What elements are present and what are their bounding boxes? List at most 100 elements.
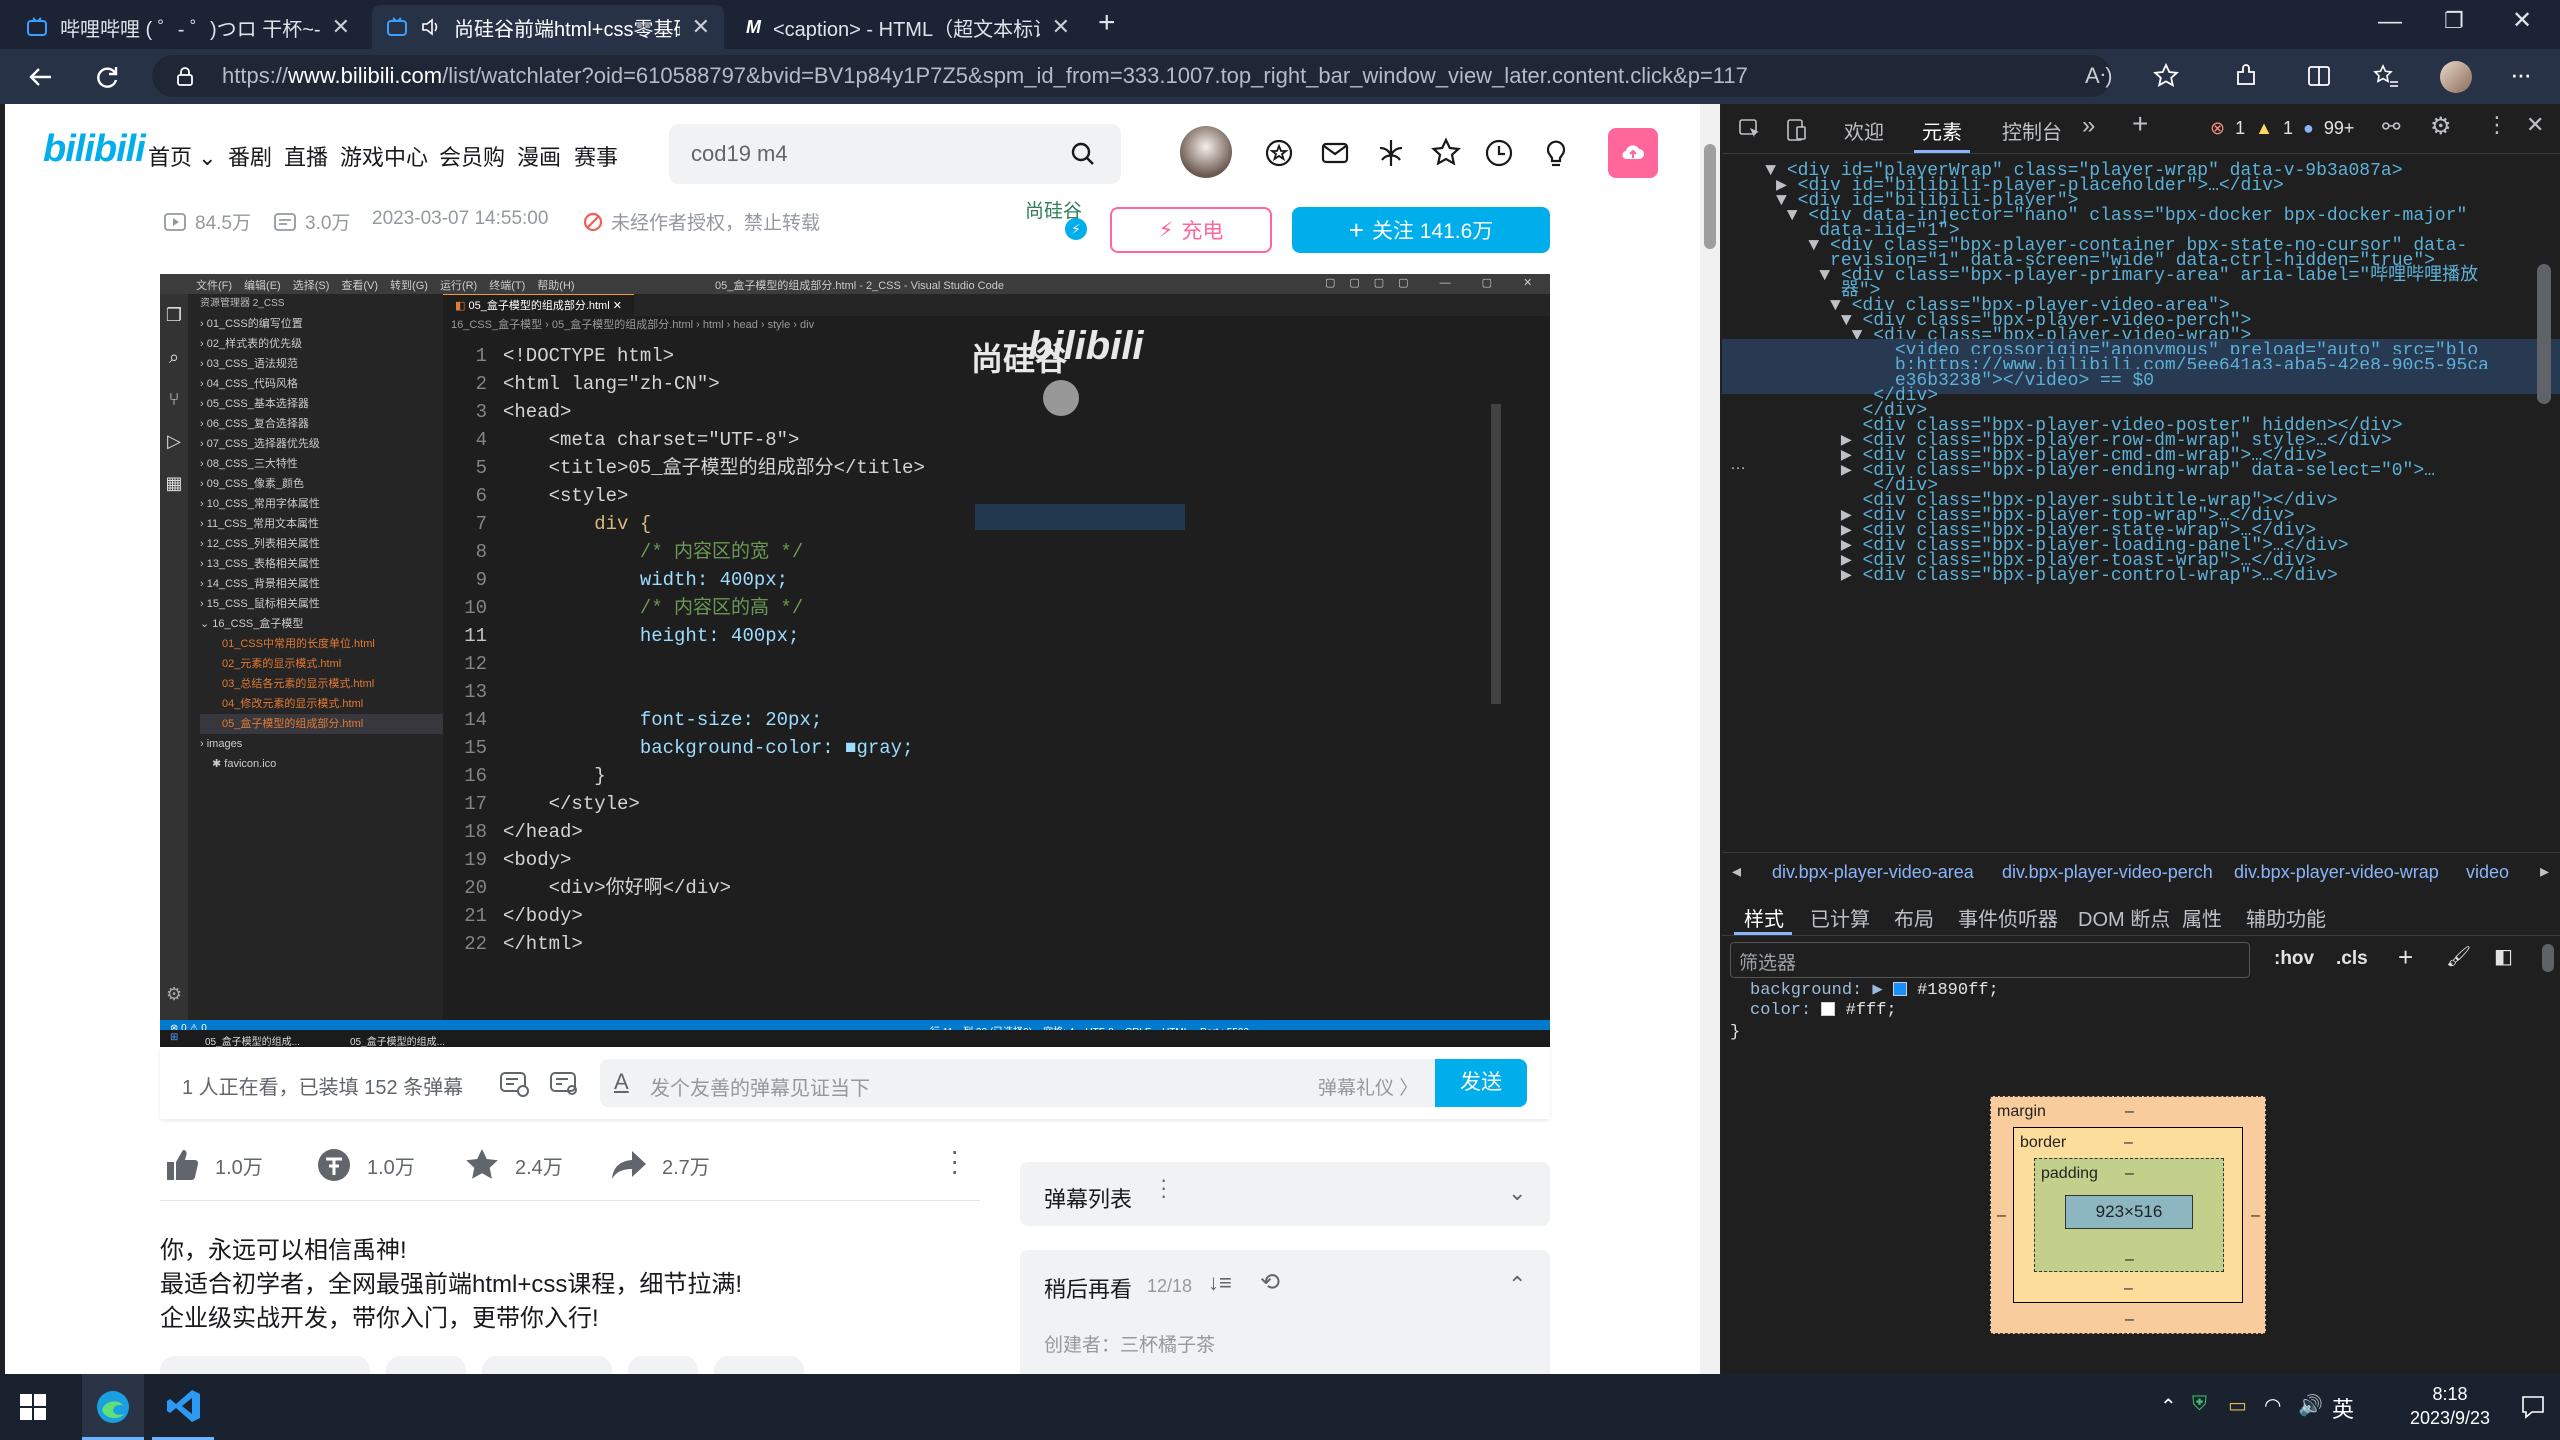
connect-icon[interactable]: ⚯ — [2382, 114, 2400, 140]
vip-icon[interactable] — [1262, 136, 1296, 170]
danmaku-toggle-icon[interactable] — [498, 1067, 530, 1099]
taskbar-edge[interactable] — [82, 1374, 144, 1440]
favorites-star-icon[interactable] — [1429, 136, 1463, 170]
lock-icon[interactable] — [174, 65, 196, 87]
url-bar[interactable]: https://www.bilibili.com/list/watchlater… — [152, 55, 2112, 97]
nav-live[interactable]: 直播 — [284, 140, 328, 172]
explorer-file[interactable]: 03_总结各元素的显示模式.html — [200, 674, 443, 694]
profile-avatar[interactable] — [2440, 61, 2472, 93]
explorer-folder[interactable]: › 04_CSS_代码风格 — [200, 374, 443, 394]
like-button[interactable]: 1.0万 — [163, 1146, 263, 1184]
tag-chip[interactable] — [160, 1356, 370, 1374]
danmaku-settings-icon[interactable] — [548, 1067, 580, 1099]
nav-esports[interactable]: 赛事 — [574, 140, 618, 172]
explorer-folder[interactable]: › 05_CSS_基本选择器 — [200, 394, 443, 414]
more-tabs-icon[interactable]: » — [2082, 112, 2095, 140]
color-swatch[interactable] — [1821, 1002, 1836, 1016]
tab-elements[interactable]: 元素 — [1922, 116, 1962, 145]
message-icon[interactable] — [1318, 136, 1352, 170]
read-aloud-icon[interactable]: Aᐧ) — [2085, 63, 2113, 89]
restore-button[interactable]: ❐ — [2444, 8, 2464, 34]
search-input[interactable]: cod19 m4 — [669, 124, 1121, 184]
explorer-folder[interactable]: › 12_CSS_列表相关属性 — [200, 534, 443, 554]
explorer-folder[interactable]: › 02_样式表的优先级 — [200, 334, 443, 354]
new-rule-icon[interactable]: + — [2398, 942, 2413, 973]
explorer-file[interactable]: 01_CSS中常用的长度单位.html — [200, 634, 443, 654]
follow-button[interactable]: + 关注 141.6万 — [1292, 207, 1550, 253]
tab-bilibili[interactable]: 哔哩哔哩 ( ゜- ゜)つロ 干杯~-bilib ✕ — [12, 5, 364, 49]
chevron-up-icon[interactable]: ⌃ — [1508, 1272, 1526, 1298]
explorer-file[interactable]: 05_盒子模型的组成部分.html — [200, 714, 443, 734]
nav-bangumi[interactable]: 番剧 — [228, 140, 272, 172]
explorer-folder[interactable]: › 06_CSS_复合选择器 — [200, 414, 443, 434]
explorer-folder[interactable]: › 15_CSS_鼠标相关属性 — [200, 594, 443, 614]
more-vertical-icon[interactable]: ⋮ — [2486, 112, 2508, 138]
explorer-folder[interactable]: › 09_CSS_像素_颜色 — [200, 474, 443, 494]
paint-icon[interactable]: 🖌 — [2446, 944, 2471, 969]
tag-chip[interactable] — [482, 1356, 612, 1374]
more-icon[interactable]: ··· — [2510, 59, 2532, 90]
scrollbar-thumb[interactable] — [1704, 144, 1716, 249]
speaker-icon[interactable] — [420, 16, 442, 38]
close-icon[interactable]: ✕ — [332, 14, 350, 40]
danmaku-list-panel[interactable]: 弹幕列表 · · · ⌄ — [1020, 1162, 1550, 1226]
close-window-button[interactable]: ✕ — [2512, 6, 2532, 35]
wifi-icon[interactable]: ◠ — [2264, 1393, 2281, 1418]
explorer-folder[interactable]: › 01_CSS的编写位置 — [200, 314, 443, 334]
favorites-icon[interactable] — [2372, 62, 2400, 90]
danmaku-input[interactable]: A 发个友善的弹幕见证当下 弹幕礼仪 〉 — [600, 1059, 1435, 1107]
tag-chip[interactable] — [714, 1356, 804, 1374]
clock[interactable]: 8:18 2023/9/23 — [2390, 1382, 2510, 1430]
chevron-down-icon[interactable]: ⌄ — [1508, 1180, 1526, 1206]
nav-home[interactable]: 首页 ⌄ — [148, 140, 217, 172]
ellipsis-gutter-icon[interactable]: … — [1730, 456, 1746, 474]
tab-console[interactable]: 控制台 — [2002, 116, 2062, 145]
explorer-item[interactable]: ✱ favicon.ico — [200, 754, 443, 774]
chevron-right-icon[interactable]: ▸ — [2540, 861, 2549, 882]
more-vertical-icon[interactable]: · · · — [950, 1137, 959, 1185]
issue-counters[interactable]: ⊗ 1 ▲ 1 ● 99+ — [2210, 118, 2354, 139]
box-model-margin[interactable]: margin – – – – border – – padding – – 92… — [1990, 1096, 2266, 1334]
close-icon[interactable]: ✕ — [692, 14, 710, 40]
explorer-folder[interactable]: › 08_CSS_三大特性 — [200, 454, 443, 474]
extensions-icon[interactable] — [2232, 62, 2260, 90]
battery-icon[interactable]: ▭ — [2228, 1393, 2247, 1418]
charge-button[interactable]: ⚡ 充电 — [1110, 207, 1272, 253]
add-tab-icon[interactable]: + — [2132, 108, 2148, 140]
inspect-element-icon[interactable] — [1738, 118, 1762, 142]
explorer-folder[interactable]: › 14_CSS_背景相关属性 — [200, 574, 443, 594]
loop-icon[interactable]: ⟲ — [1260, 1268, 1280, 1297]
chevron-up-icon[interactable]: ⌃ — [2160, 1394, 2177, 1419]
new-tab-button[interactable]: + — [1098, 6, 1116, 40]
explorer-folder[interactable]: › 11_CSS_常用文本属性 — [200, 514, 443, 534]
tag-chip[interactable] — [386, 1356, 466, 1374]
star-icon[interactable] — [2152, 62, 2180, 90]
nav-manga[interactable]: 漫画 — [517, 140, 561, 172]
tab-welcome[interactable]: 欢迎 — [1844, 116, 1884, 145]
font-style-icon[interactable]: A — [614, 1069, 629, 1095]
nav-mall[interactable]: 会员购 — [439, 140, 505, 172]
explorer-folder[interactable]: › 03_CSS_语法规范 — [200, 354, 443, 374]
shield-icon[interactable]: ⛨ — [2192, 1393, 2207, 1416]
toggle-sidebar-icon[interactable]: ◧ — [2494, 944, 2513, 969]
refresh-button[interactable] — [82, 49, 132, 104]
coin-button[interactable]: 1.0万 — [315, 1146, 415, 1184]
explorer-item[interactable]: › images — [200, 734, 443, 754]
dom-scrollbar-thumb[interactable] — [2537, 264, 2551, 404]
favorite-button[interactable]: 2.4万 — [463, 1146, 563, 1184]
explorer-folder[interactable]: › 10_CSS_常用字体属性 — [200, 494, 443, 514]
send-button[interactable]: 发送 — [1435, 1059, 1527, 1107]
history-clock-icon[interactable] — [1482, 136, 1516, 170]
box-model-padding[interactable]: padding – – 923×516 — [2034, 1158, 2224, 1272]
search-icon[interactable] — [1069, 140, 1097, 168]
explorer-folder[interactable]: › 13_CSS_表格相关属性 — [200, 554, 443, 574]
box-model-content[interactable]: 923×516 — [2065, 1195, 2193, 1229]
notification-icon[interactable] — [2520, 1394, 2546, 1420]
windows-start-icon[interactable] — [20, 1394, 46, 1420]
user-avatar[interactable] — [1180, 126, 1232, 178]
upload-button[interactable] — [1608, 128, 1658, 178]
dom-node[interactable]: ▶ <div class="bpx-player-control-wrap">…… — [1722, 564, 2560, 589]
cls-toggle[interactable]: .cls — [2336, 948, 2368, 970]
share-button[interactable]: 2.7万 — [610, 1146, 710, 1184]
tab-mdn-caption[interactable]: M <caption> - HTML（超文本标记 ✕ — [732, 5, 1084, 49]
